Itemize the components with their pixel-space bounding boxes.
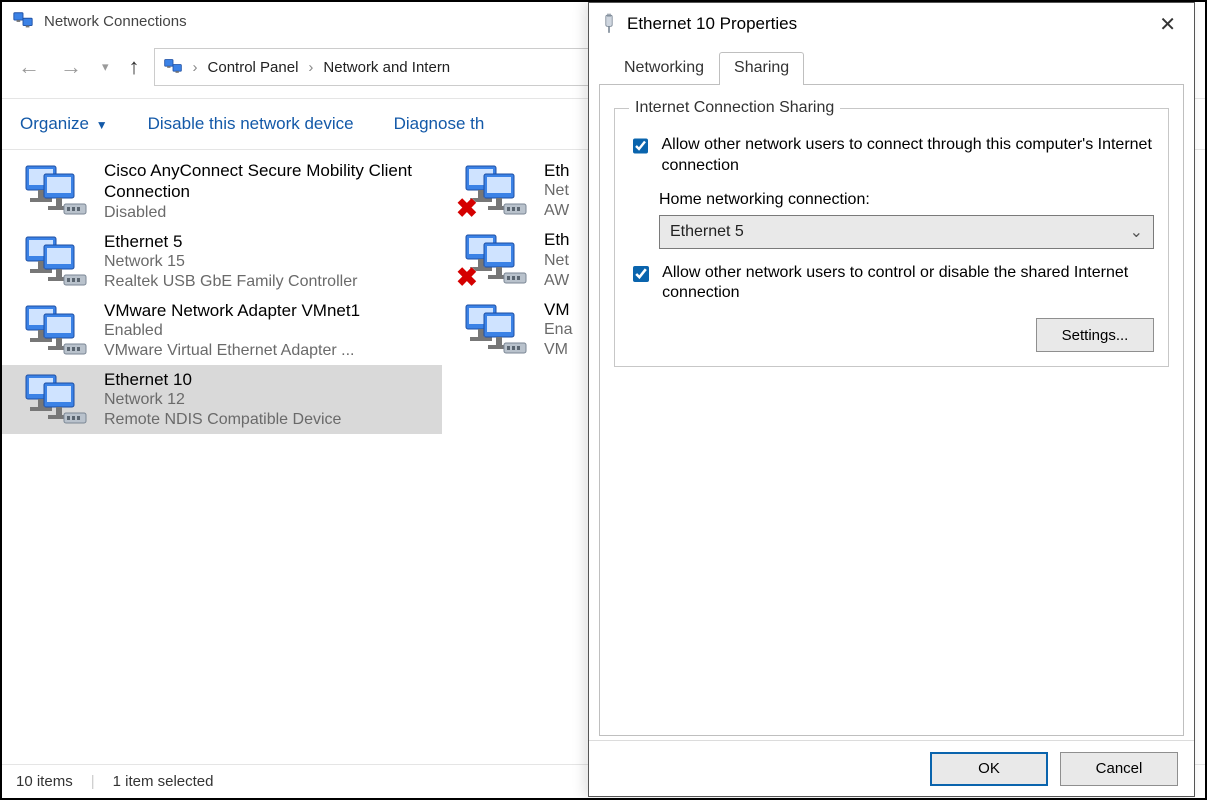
connection-item[interactable]: Cisco AnyConnect Secure Mobility Client … — [2, 156, 442, 227]
connection-name: Eth — [544, 229, 570, 250]
settings-button[interactable]: Settings... — [1036, 318, 1154, 352]
disable-device-button[interactable]: Disable this network device — [148, 114, 354, 134]
home-connection-label: Home networking connection: — [659, 191, 1154, 209]
adapter-icon — [460, 299, 530, 359]
adapter-icon — [20, 160, 90, 220]
connection-status: Network 12 — [104, 390, 341, 410]
dialog-title: Ethernet 10 Properties — [627, 14, 797, 34]
connection-item[interactable]: VMEnaVM — [442, 295, 582, 364]
back-arrow-icon[interactable]: ← — [12, 54, 46, 80]
adapter-icon — [20, 369, 90, 429]
dialog-button-row: OK Cancel — [589, 740, 1194, 796]
connection-device: AW — [544, 271, 570, 291]
connection-device: VM — [544, 340, 572, 360]
connection-name: VM — [544, 299, 572, 320]
explorer-title: Network Connections — [44, 13, 187, 30]
connection-status: Ena — [544, 320, 572, 340]
chevron-down-icon: ⌄ — [1130, 222, 1143, 242]
connection-status: Enabled — [104, 321, 360, 341]
ics-groupbox: Internet Connection Sharing Allow other … — [614, 99, 1169, 367]
properties-dialog: Ethernet 10 Properties ✕ Networking Shar… — [588, 2, 1195, 797]
tab-body: Internet Connection Sharing Allow other … — [599, 85, 1184, 736]
error-x-icon: ✖ — [456, 262, 478, 293]
connection-name: Ethernet 5 — [104, 231, 357, 252]
ics-legend: Internet Connection Sharing — [629, 99, 840, 117]
connection-name: Eth — [544, 160, 570, 181]
connection-name: Ethernet 10 — [104, 369, 341, 390]
adapter-icon: ✖ — [460, 160, 530, 220]
status-selected-count: 1 item selected — [113, 773, 214, 790]
connection-name: Cisco AnyConnect Secure Mobility Client … — [104, 160, 432, 203]
connection-item[interactable]: Ethernet 5Network 15Realtek USB GbE Fami… — [2, 227, 442, 296]
adapter-icon — [20, 231, 90, 291]
history-chevron-icon[interactable]: ▾ — [96, 59, 115, 75]
tab-strip: Networking Sharing — [599, 45, 1184, 85]
up-arrow-icon[interactable]: ↑ — [123, 54, 146, 80]
plug-icon — [601, 13, 617, 35]
connection-item[interactable]: ✖ EthNetAW — [442, 225, 582, 294]
allow-connect-label[interactable]: Allow other network users to connect thr… — [661, 135, 1154, 177]
allow-connect-checkbox[interactable] — [633, 137, 648, 155]
breadcrumb-item[interactable]: Network and Intern — [323, 59, 450, 76]
connection-device: Remote NDIS Compatible Device — [104, 410, 341, 430]
allow-control-checkbox[interactable] — [633, 265, 649, 283]
connection-device: AW — [544, 201, 570, 221]
error-x-icon: ✖ — [456, 193, 478, 224]
breadcrumb-sep-icon: › — [308, 59, 313, 76]
organize-menu[interactable]: Organize ▼ — [20, 114, 108, 134]
chevron-down-icon: ▼ — [96, 118, 108, 132]
breadcrumb-item[interactable]: Control Panel — [208, 59, 299, 76]
home-connection-combo[interactable]: Ethernet 5 ⌄ — [659, 215, 1154, 249]
connection-item[interactable]: Ethernet 10Network 12Remote NDIS Compati… — [2, 365, 442, 434]
forward-arrow-icon[interactable]: → — [54, 54, 88, 80]
connection-name: VMware Network Adapter VMnet1 — [104, 300, 360, 321]
connection-item[interactable]: VMware Network Adapter VMnet1EnabledVMwa… — [2, 296, 442, 365]
connection-device: Realtek USB GbE Family Controller — [104, 272, 357, 292]
connection-status: Disabled — [104, 203, 432, 223]
connection-status: Network 15 — [104, 252, 357, 272]
connection-device: VMware Virtual Ethernet Adapter ... — [104, 341, 360, 361]
home-connection-value: Ethernet 5 — [670, 223, 744, 241]
adapter-icon: ✖ — [460, 229, 530, 289]
adapter-icon — [20, 300, 90, 360]
allow-control-label[interactable]: Allow other network users to control or … — [662, 263, 1154, 305]
breadcrumb-sep-icon: › — [193, 59, 198, 76]
address-icon — [163, 57, 183, 77]
ok-button[interactable]: OK — [930, 752, 1048, 786]
status-item-count: 10 items — [16, 773, 73, 790]
connection-status: Net — [544, 251, 570, 271]
tab-sharing[interactable]: Sharing — [719, 52, 804, 85]
connection-item[interactable]: ✖ EthNetAW — [442, 156, 582, 225]
network-connections-icon — [12, 10, 34, 32]
close-icon[interactable]: ✕ — [1153, 10, 1182, 39]
tab-networking[interactable]: Networking — [609, 52, 719, 85]
diagnose-button[interactable]: Diagnose th — [394, 114, 485, 134]
dialog-titlebar: Ethernet 10 Properties ✕ — [589, 3, 1194, 45]
cancel-button[interactable]: Cancel — [1060, 752, 1178, 786]
connection-status: Net — [544, 181, 570, 201]
